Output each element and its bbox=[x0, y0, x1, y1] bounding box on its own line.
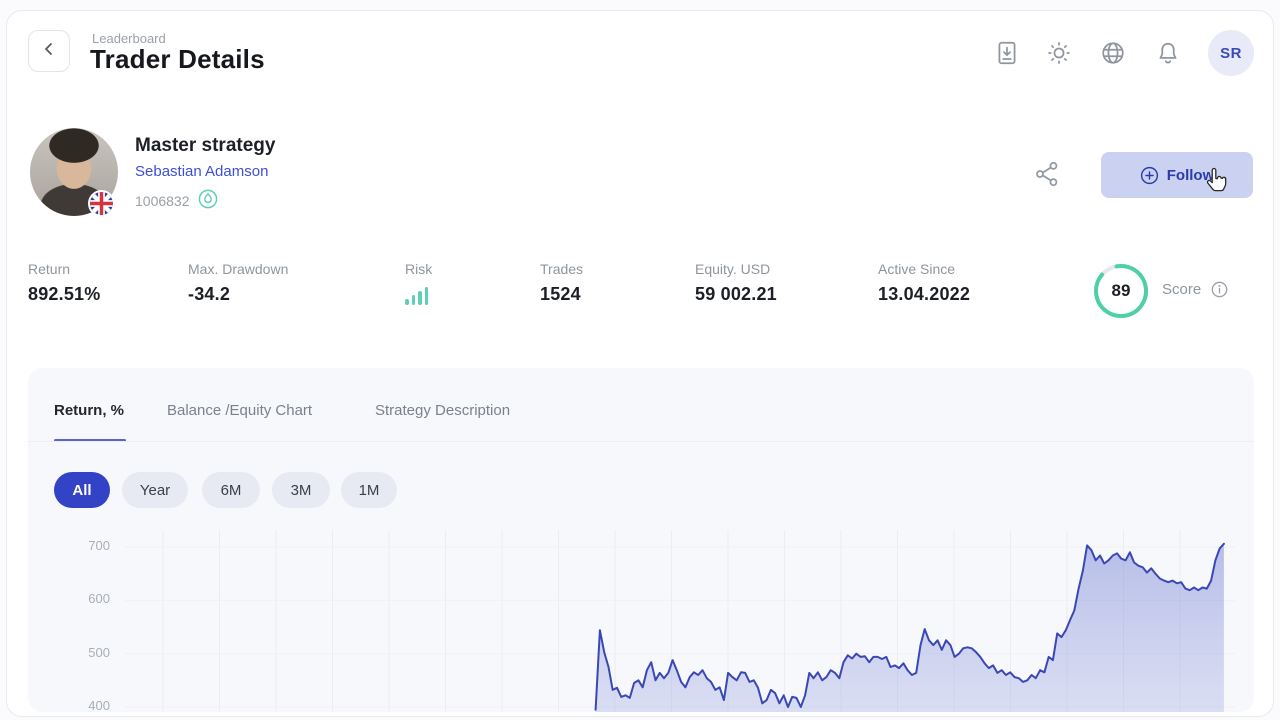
stat-label: Risk bbox=[405, 261, 432, 277]
stat-equity: Equity. USD 59 002.21 bbox=[695, 261, 777, 305]
stat-value: 892.51% bbox=[28, 284, 100, 305]
stat-max-drawdown: Max. Drawdown -34.2 bbox=[188, 261, 288, 305]
stat-value: 1524 bbox=[540, 284, 583, 305]
y-tick-label: 500 bbox=[70, 645, 110, 660]
back-button[interactable] bbox=[28, 30, 70, 72]
range-filter-6m[interactable]: 6M bbox=[202, 472, 260, 508]
tabs-divider bbox=[28, 441, 1254, 442]
share-icon[interactable] bbox=[1033, 160, 1061, 188]
trader-id-number: 1006832 bbox=[135, 193, 190, 209]
page-title: Trader Details bbox=[90, 44, 265, 75]
risk-bars-icon bbox=[405, 287, 432, 305]
stat-return: Return 892.51% bbox=[28, 261, 100, 305]
plus-circle-icon bbox=[1140, 166, 1159, 185]
stat-label: Max. Drawdown bbox=[188, 261, 288, 277]
flame-badge-icon bbox=[198, 189, 218, 212]
y-tick-label: 400 bbox=[70, 698, 110, 712]
stat-label: Active Since bbox=[878, 261, 970, 277]
range-filter-1m[interactable]: 1M bbox=[341, 472, 397, 508]
download-icon[interactable] bbox=[994, 40, 1020, 66]
return-area-chart bbox=[125, 530, 1235, 712]
follow-button[interactable]: Follow bbox=[1101, 152, 1253, 198]
stat-trades: Trades 1524 bbox=[540, 261, 583, 305]
language-globe-icon[interactable] bbox=[1100, 40, 1126, 66]
stat-label: Return bbox=[28, 261, 100, 277]
trader-details-page: Leaderboard Trader Details SR Master str… bbox=[0, 0, 1280, 720]
stat-value: 59 002.21 bbox=[695, 284, 777, 305]
stat-value: -34.2 bbox=[188, 284, 288, 305]
y-tick-label: 600 bbox=[70, 591, 110, 606]
tab-return-percent[interactable]: Return, % bbox=[54, 402, 124, 419]
score-label: Score bbox=[1162, 281, 1228, 298]
y-tick-label: 700 bbox=[70, 538, 110, 553]
theme-icon[interactable] bbox=[1046, 40, 1072, 66]
chevron-left-icon bbox=[40, 40, 58, 63]
score-value: 89 bbox=[1092, 262, 1150, 320]
user-avatar[interactable]: SR bbox=[1208, 30, 1254, 76]
trader-id: 1006832 bbox=[135, 189, 218, 212]
tab-balance-equity-chart[interactable]: Balance /Equity Chart bbox=[167, 402, 312, 419]
stat-risk: Risk bbox=[405, 261, 432, 305]
stat-label: Equity. USD bbox=[695, 261, 777, 277]
trader-name-link[interactable]: Sebastian Adamson bbox=[135, 163, 268, 180]
range-filter-year[interactable]: Year bbox=[122, 472, 188, 508]
follow-button-label: Follow bbox=[1167, 167, 1215, 184]
uk-flag-icon bbox=[88, 190, 115, 217]
notifications-bell-icon[interactable] bbox=[1155, 40, 1181, 66]
range-filter-3m[interactable]: 3M bbox=[272, 472, 330, 508]
info-icon[interactable] bbox=[1211, 281, 1228, 298]
stat-label: Trades bbox=[540, 261, 583, 277]
strategy-name: Master strategy bbox=[135, 135, 275, 157]
stat-active-since: Active Since 13.04.2022 bbox=[878, 261, 970, 305]
tab-strategy-description[interactable]: Strategy Description bbox=[375, 402, 510, 419]
chart-card: Return, % Balance /Equity Chart Strategy… bbox=[28, 368, 1254, 712]
range-filter-all[interactable]: All bbox=[54, 472, 110, 508]
stat-value: 13.04.2022 bbox=[878, 284, 970, 305]
